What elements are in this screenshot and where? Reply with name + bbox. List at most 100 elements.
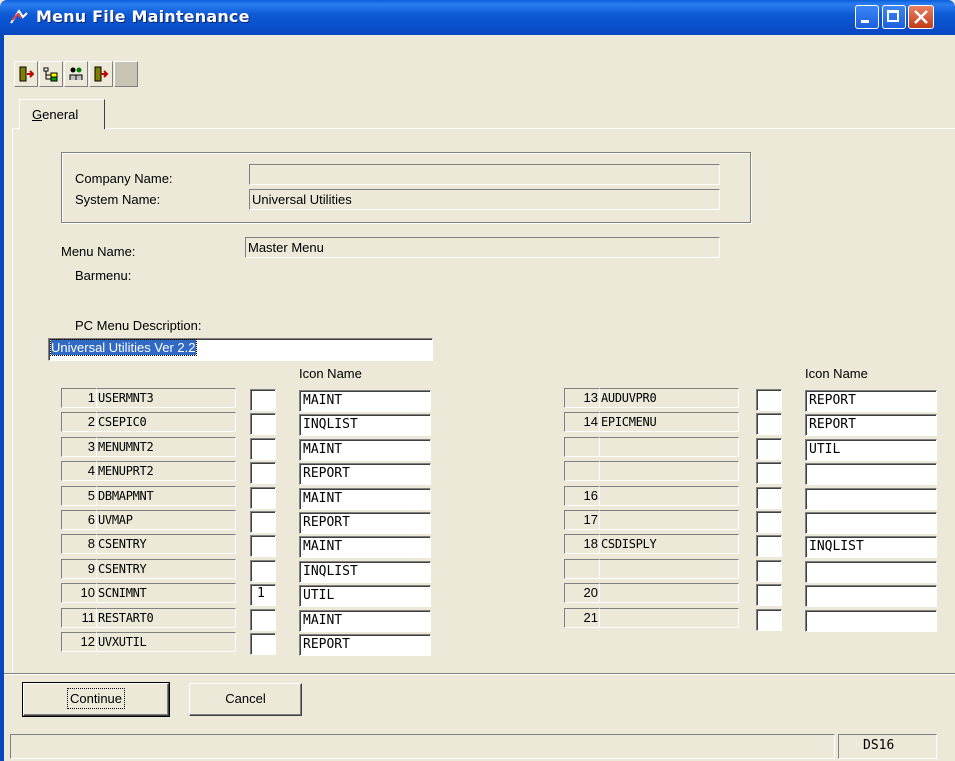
pc-menu-description-input[interactable]: Universal Utilities Ver 2.2 — [48, 338, 433, 361]
icon-name-input[interactable]: INQLIST — [299, 414, 431, 437]
option-box[interactable] — [756, 389, 782, 411]
icon-name-input[interactable] — [805, 463, 937, 486]
option-box[interactable] — [756, 584, 782, 607]
option-box[interactable] — [756, 462, 782, 485]
icon-name-input[interactable] — [805, 560, 937, 583]
program-name — [600, 510, 739, 530]
icon-name-input[interactable] — [805, 487, 937, 510]
toolbar-users-button[interactable] — [64, 61, 88, 87]
program-name: SCNIMNT — [97, 583, 236, 604]
status-code: DS16 — [838, 734, 937, 759]
option-box[interactable] — [250, 413, 276, 436]
exit-door-icon — [19, 66, 34, 82]
option-box[interactable]: 1 — [250, 584, 276, 607]
row-number: 21 — [564, 607, 600, 628]
icon-name-input[interactable]: REPORT — [299, 512, 431, 534]
icon-name-input[interactable]: MAINT — [299, 609, 431, 632]
enter-door-icon — [94, 66, 109, 82]
program-name — [600, 436, 739, 457]
row-number: 14 — [564, 412, 600, 433]
icon-name-input[interactable]: INQLIST — [299, 560, 431, 583]
row-number: 17 — [564, 510, 600, 530]
tab-general-label[interactable]: General — [32, 107, 78, 122]
option-box[interactable] — [250, 559, 276, 582]
program-name: UVXUTIL — [97, 632, 236, 652]
system-name-field: Universal Utilities — [249, 189, 720, 210]
icon-name-input[interactable]: REPORT — [805, 390, 937, 412]
company-name-field — [249, 164, 720, 185]
option-box[interactable] — [756, 413, 782, 436]
option-box[interactable] — [756, 535, 782, 558]
option-box[interactable] — [756, 437, 782, 460]
icon-name-input[interactable]: REPORT — [299, 634, 431, 656]
option-box[interactable] — [250, 511, 276, 533]
option-box[interactable] — [250, 608, 276, 631]
status-bar-main — [10, 734, 835, 759]
row-number: 1 — [61, 388, 97, 408]
program-name — [600, 583, 739, 604]
icon-name-input[interactable]: INQLIST — [805, 536, 937, 559]
program-name: CSENTRY — [97, 558, 236, 579]
icon-name-input[interactable] — [805, 609, 937, 632]
row-number: 13 — [564, 388, 600, 408]
program-name — [600, 607, 739, 628]
program-name: CSENTRY — [97, 534, 236, 555]
option-box[interactable] — [250, 437, 276, 460]
continue-button[interactable]: Continue — [22, 682, 170, 717]
option-box[interactable] — [250, 462, 276, 485]
disabled-blank-icon — [118, 66, 134, 82]
option-box[interactable] — [756, 608, 782, 631]
option-box[interactable] — [756, 559, 782, 582]
row-number: 18 — [564, 534, 600, 555]
program-name: CSDISPLY — [600, 534, 739, 555]
cancel-button[interactable]: Cancel — [189, 683, 302, 716]
maximize-icon[interactable] — [882, 5, 906, 29]
icon-name-input[interactable]: MAINT — [299, 390, 431, 412]
option-box[interactable] — [756, 486, 782, 509]
minimize-icon[interactable] — [855, 5, 879, 29]
program-name: AUDUVPR0 — [600, 388, 739, 408]
row-number — [564, 436, 600, 457]
icon-name-header-left: Icon Name — [299, 366, 362, 381]
tree-structure-icon — [43, 67, 58, 82]
option-box[interactable] — [250, 535, 276, 558]
system-name-label: System Name: — [75, 192, 161, 207]
icon-name-input[interactable]: MAINT — [299, 536, 431, 559]
icon-name-input[interactable]: UTIL — [299, 585, 431, 608]
icon-name-input[interactable]: MAINT — [299, 487, 431, 510]
app-icon — [9, 8, 29, 26]
program-name: EPICMENU — [600, 412, 739, 433]
row-number: 6 — [61, 510, 97, 530]
icon-name-input[interactable]: REPORT — [299, 463, 431, 486]
pc-menu-description-label: PC Menu Description: — [75, 318, 202, 333]
toolbar-exit-button[interactable] — [14, 61, 38, 87]
row-number: 11 — [61, 607, 97, 628]
icon-name-input[interactable]: UTIL — [805, 438, 937, 461]
menu-name-label: Menu Name: — [61, 244, 136, 259]
close-icon[interactable] — [908, 5, 934, 29]
company-system-group — [61, 152, 751, 223]
program-name: MENUPRT2 — [97, 461, 236, 482]
row-number: 2 — [61, 412, 97, 433]
option-box[interactable] — [250, 486, 276, 509]
row-number: 9 — [61, 558, 97, 579]
option-box[interactable] — [756, 511, 782, 533]
row-number: 5 — [61, 485, 97, 506]
row-number — [564, 461, 600, 482]
icon-name-input[interactable] — [805, 512, 937, 534]
toolbar-enter-button[interactable] — [89, 61, 113, 87]
icon-name-input[interactable] — [805, 585, 937, 608]
window-title: Menu File Maintenance — [36, 7, 250, 26]
icon-name-input[interactable]: REPORT — [805, 414, 937, 437]
divider — [4, 673, 955, 675]
window-border — [0, 35, 4, 761]
row-number: 3 — [61, 436, 97, 457]
option-box[interactable] — [250, 389, 276, 411]
program-name — [600, 558, 739, 579]
option-box[interactable] — [250, 633, 276, 655]
program-name — [600, 461, 739, 482]
barmenu-label: Barmenu: — [75, 268, 132, 283]
toolbar-tree-button[interactable] — [39, 61, 63, 87]
icon-name-input[interactable]: MAINT — [299, 438, 431, 461]
program-name: UVMAP — [97, 510, 236, 530]
